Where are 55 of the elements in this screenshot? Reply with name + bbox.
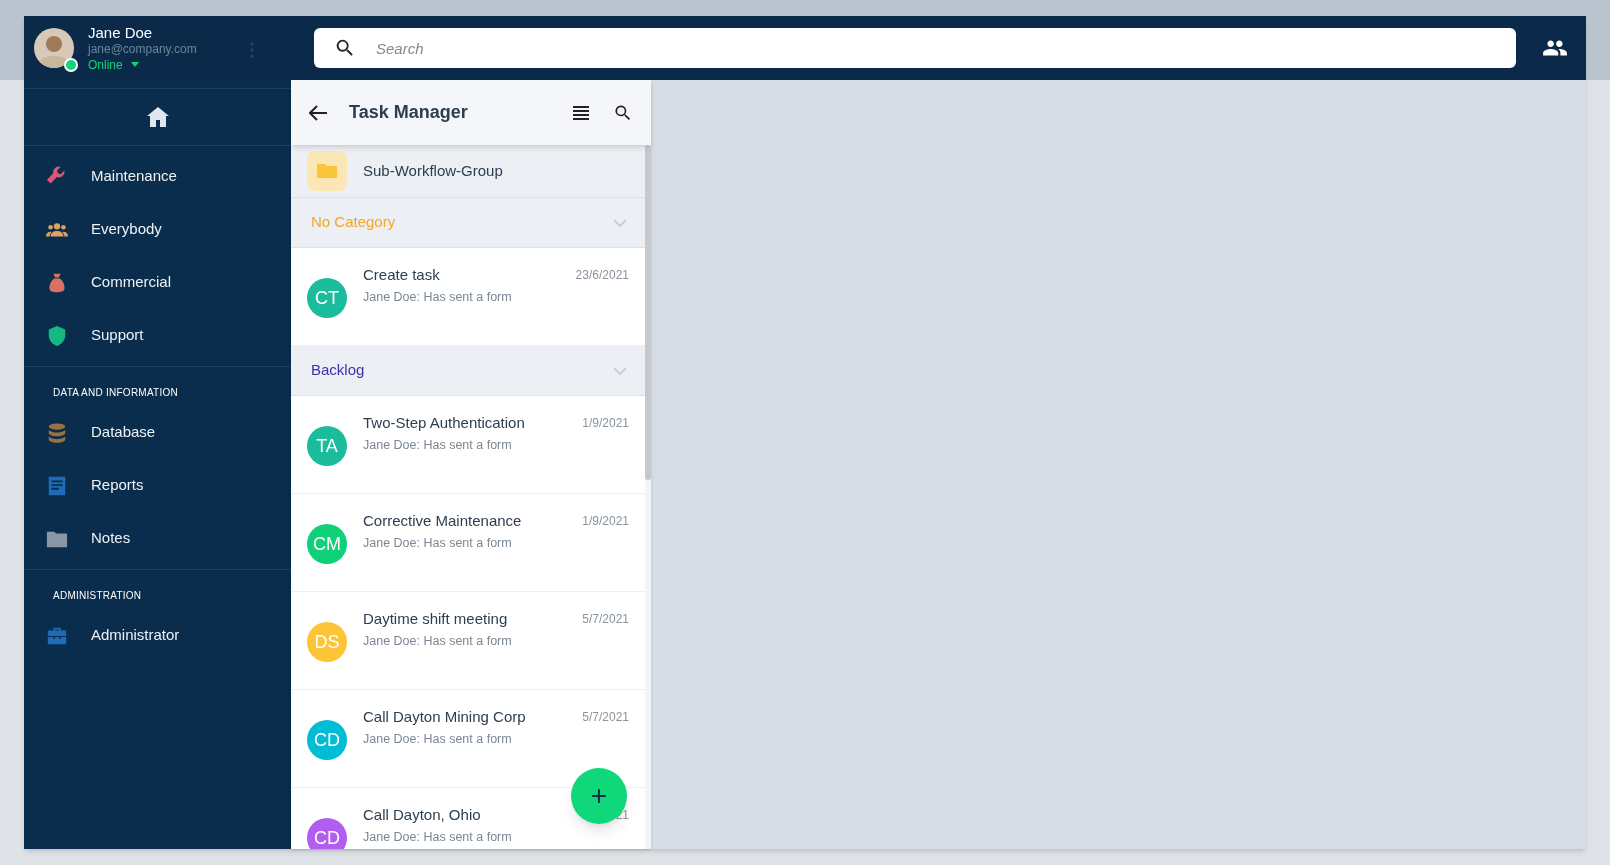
- task-row[interactable]: CD Call Dayton Mining Corp Jane Doe: Has sent a form 5/7/2021: [291, 690, 645, 788]
- initials-avatar: CM: [307, 524, 347, 564]
- caret-icon: [130, 62, 139, 67]
- folder-icon: [307, 151, 347, 191]
- task-subtitle: Jane Doe: Has sent a form: [363, 535, 513, 551]
- task-row[interactable]: TA Two-Step Authentication Jane Doe: Has sent a form 1/9/2021: [291, 396, 645, 494]
- section-heading: ADMINISTRATION: [52, 589, 143, 603]
- sidebar-item[interactable]: Support: [24, 309, 291, 362]
- group-header[interactable]: Backlog: [291, 346, 645, 396]
- panel-title: Task Manager: [349, 101, 469, 124]
- task-subtitle: Jane Doe: Has sent a form: [363, 437, 513, 453]
- initials-avatar: CT: [307, 278, 347, 318]
- scrollbar[interactable]: [645, 145, 651, 480]
- task-date: 1/9/2021: [582, 513, 629, 530]
- task-date: 5/7/2021: [582, 611, 629, 628]
- task-title: Call Dayton, Ohio: [363, 806, 482, 824]
- sidebar-item[interactable]: Commercial: [24, 256, 291, 309]
- group-label: No Category: [311, 212, 396, 233]
- task-title: Create task: [363, 266, 441, 284]
- initials-avatar: CD: [307, 818, 347, 849]
- task-date: 1/9/2021: [582, 415, 629, 432]
- sidebar-item[interactable]: Maintenance: [24, 150, 291, 203]
- task-date: 23/6/2021: [575, 267, 629, 284]
- sidebar-item[interactable]: Everybody: [24, 203, 291, 256]
- task-subtitle: Jane Doe: Has sent a form: [363, 829, 513, 845]
- initials-avatar: CD: [307, 720, 347, 760]
- sidebar-item[interactable]: Reports: [24, 459, 291, 512]
- task-date: 5/7/2021: [582, 709, 629, 726]
- task-subtitle: Jane Doe: Has sent a form: [363, 633, 513, 649]
- sidebar-item[interactable]: Administrator: [24, 609, 291, 662]
- avatar: [34, 28, 74, 68]
- task-title: Daytime shift meeting: [363, 610, 509, 628]
- back-arrow-icon[interactable]: [309, 104, 327, 121]
- task-title: Two-Step Authentication: [363, 414, 526, 432]
- folder-label: Sub-Workflow-Group: [363, 160, 503, 181]
- task-title: Call Dayton Mining Corp: [363, 708, 527, 726]
- user-name: Jane Doe: [88, 23, 154, 42]
- group-label: Backlog: [311, 360, 365, 381]
- initials-avatar: DS: [307, 622, 347, 662]
- search-icon: [334, 37, 356, 59]
- sidebar-item[interactable]: Notes: [24, 512, 291, 565]
- home-icon[interactable]: [146, 107, 169, 127]
- task-subtitle: Jane Doe: Has sent a form: [363, 731, 513, 747]
- task-row[interactable]: CT Create task Jane Doe: Has sent a form 23/6/2021: [291, 248, 645, 346]
- sidebar-item[interactable]: Database: [24, 406, 291, 459]
- task-row[interactable]: CM Corrective Maintenance Jane Doe: Has sent a form 1/9/2021: [291, 494, 645, 592]
- status-dropdown[interactable]: Online: [88, 56, 197, 73]
- user-email: jane@company.com: [88, 41, 197, 57]
- section-heading: DATA AND INFORMATION: [52, 386, 179, 400]
- initials-avatar: TA: [307, 426, 347, 466]
- folder-row[interactable]: Sub-Workflow-Group: [291, 145, 645, 198]
- task-title: Corrective Maintenance: [363, 512, 523, 530]
- task-subtitle: Jane Doe: Has sent a form: [363, 289, 513, 305]
- task-row[interactable]: DS Daytime shift meeting Jane Doe: Has sent a form 5/7/2021: [291, 592, 645, 690]
- search-field[interactable]: Search: [314, 28, 1516, 68]
